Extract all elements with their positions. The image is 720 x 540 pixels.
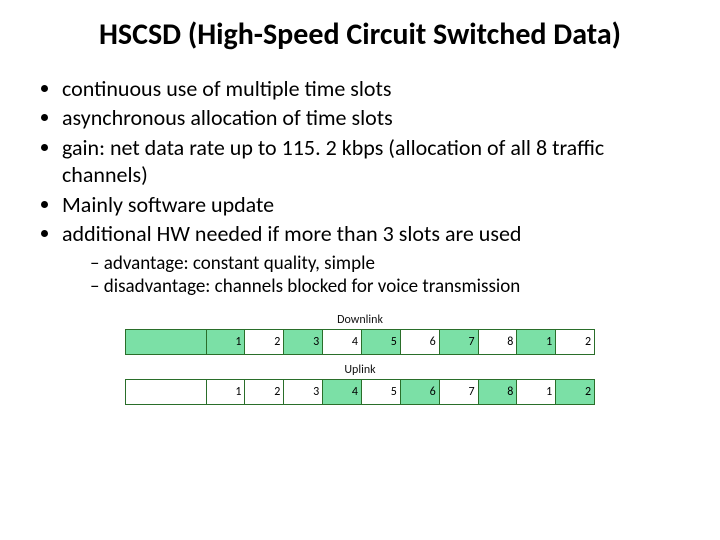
downlink-label: Downlink: [125, 313, 595, 327]
timeslot-cell: [126, 330, 207, 354]
timeslot-cell: 2: [556, 330, 594, 354]
uplink-label: Uplink: [125, 363, 595, 377]
timeslot-cell: 7: [440, 380, 479, 404]
timeslot-cell: 3: [284, 330, 323, 354]
timeslot-cell: 7: [440, 330, 479, 354]
sub-bullet-list: advantage: constant quality, simple disa…: [62, 252, 688, 300]
timeslot-cell: 1: [207, 380, 246, 404]
timeslot-cell: 2: [245, 380, 284, 404]
downlink-strip: 1234567812: [125, 329, 595, 355]
timeslot-cell: 8: [479, 330, 518, 354]
timeslot-cell: 2: [556, 380, 594, 404]
uplink-strip: 1234567812: [125, 379, 595, 405]
timeslot-cell: 1: [517, 380, 556, 404]
bullet-item: Mainly software update: [62, 191, 688, 219]
sub-bullet-item: disadvantage: channels blocked for voice…: [90, 275, 688, 299]
timeslot-cell: 4: [323, 380, 362, 404]
bullet-item: continuous use of multiple time slots: [62, 75, 688, 103]
bullet-list: continuous use of multiple time slots as…: [32, 75, 688, 300]
sub-bullet-item: advantage: constant quality, simple: [90, 252, 688, 276]
bullet-item: additional HW needed if more than 3 slot…: [62, 220, 688, 299]
timeslot-cell: 8: [479, 380, 518, 404]
bullet-item: asynchronous allocation of time slots: [62, 104, 688, 132]
timeslot-cell: 6: [401, 380, 440, 404]
timeslot-cell: 2: [245, 330, 284, 354]
timeslot-cell: 6: [401, 330, 440, 354]
timeslot-cell: 3: [284, 380, 323, 404]
bullet-item: gain: net data rate up to 115. 2 kbps (a…: [62, 134, 688, 189]
bullet-text: additional HW needed if more than 3 slot…: [62, 220, 521, 247]
timeslot-cell: 4: [323, 330, 362, 354]
timeslot-cell: [126, 380, 207, 404]
timeslot-cell: 5: [362, 380, 401, 404]
timeslot-cell: 1: [517, 330, 556, 354]
timeslot-diagram: Downlink 1234567812 Uplink 1234567812: [125, 313, 595, 405]
timeslot-cell: 5: [362, 330, 401, 354]
timeslot-cell: 1: [207, 330, 246, 354]
slide-title: HSCSD (High-Speed Circuit Switched Data): [32, 18, 688, 53]
